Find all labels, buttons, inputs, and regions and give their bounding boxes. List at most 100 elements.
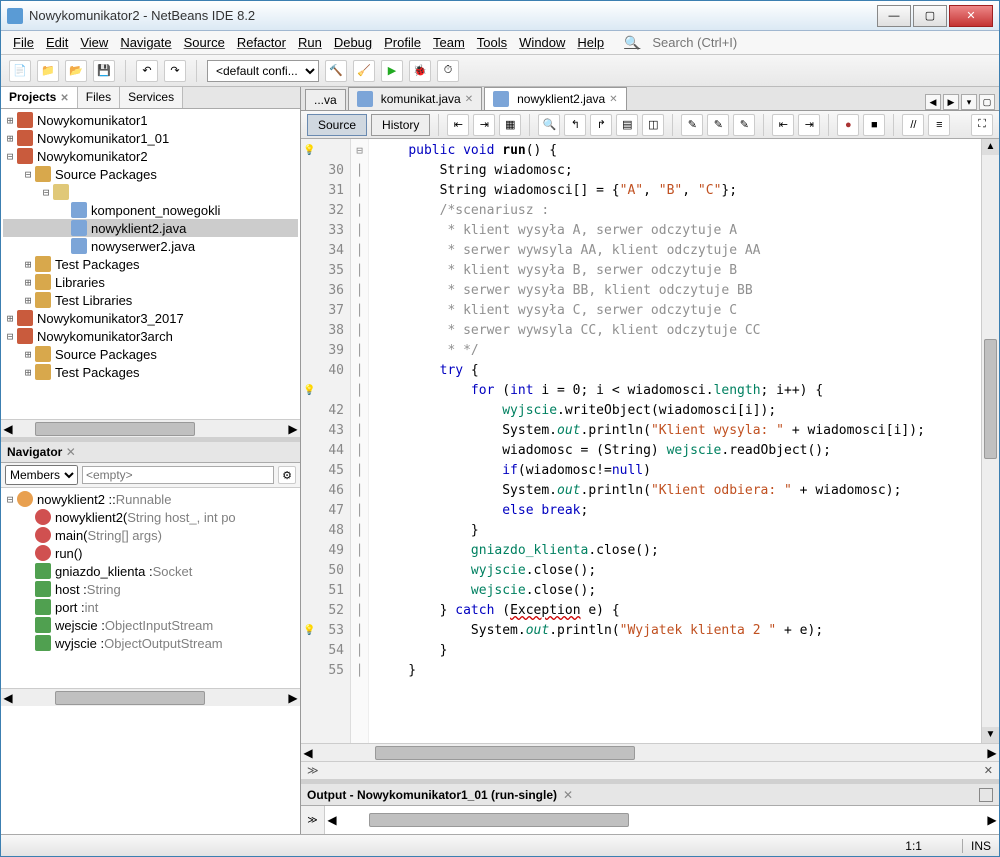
config-select[interactable]: <default confi... bbox=[207, 60, 319, 82]
menu-navigate[interactable]: Navigate bbox=[114, 33, 177, 52]
tree-item[interactable]: ⊞Nowykomunikator1 bbox=[3, 111, 298, 129]
breadcrumb-chevron-icon[interactable]: ≫ bbox=[307, 764, 319, 777]
dropdown-icon[interactable]: ▾ bbox=[961, 94, 977, 110]
scroll-up-icon[interactable]: ▲ bbox=[982, 139, 999, 155]
tree-item[interactable]: ⊟Nowykomunikator2 bbox=[3, 147, 298, 165]
editor-tab[interactable]: komunikat.java✕ bbox=[348, 87, 482, 110]
uncomment-icon[interactable]: ≡ bbox=[928, 114, 950, 136]
close-icon[interactable]: ✕ bbox=[465, 94, 473, 105]
navigator-filter[interactable] bbox=[82, 466, 274, 484]
toolbar-icon[interactable]: ✎ bbox=[681, 114, 703, 136]
members-select[interactable]: Members bbox=[5, 465, 78, 485]
tree-item[interactable]: ⊟Source Packages bbox=[3, 165, 298, 183]
editor-tab[interactable]: ...va bbox=[305, 89, 346, 110]
tree-item[interactable]: ⊞Libraries bbox=[3, 273, 298, 291]
run-button[interactable]: ▶ bbox=[381, 60, 403, 82]
tree-item[interactable]: nowyserwer2.java bbox=[3, 237, 298, 255]
navigator-item[interactable]: wejscie : ObjectInputStream bbox=[3, 616, 298, 634]
navigator-item[interactable]: gniazdo_klienta : Socket bbox=[3, 562, 298, 580]
close-icon[interactable]: ✕ bbox=[60, 93, 68, 104]
close-button[interactable]: ✕ bbox=[949, 5, 993, 27]
tree-item[interactable]: ⊞Nowykomunikator3_2017 bbox=[3, 309, 298, 327]
tree-item[interactable]: ⊟ bbox=[3, 183, 298, 201]
toolbar-icon[interactable]: ▦ bbox=[499, 114, 521, 136]
menu-source[interactable]: Source bbox=[178, 33, 231, 52]
navigator-item[interactable]: main( String[] args) bbox=[3, 526, 298, 544]
nav-hscroll[interactable]: ◀▶ bbox=[1, 688, 300, 706]
menu-view[interactable]: View bbox=[74, 33, 114, 52]
code-area[interactable]: public void run() { String wiadomosc; St… bbox=[369, 139, 981, 743]
new-file-button[interactable]: 📄 bbox=[9, 60, 31, 82]
menu-window[interactable]: Window bbox=[513, 33, 571, 52]
navigator-item[interactable]: wyjscie : ObjectOutputStream bbox=[3, 634, 298, 652]
select-icon[interactable]: ◫ bbox=[642, 114, 664, 136]
history-tab[interactable]: History bbox=[371, 114, 430, 136]
expand-icon[interactable]: ⛶ bbox=[971, 114, 993, 136]
maximize-icon[interactable] bbox=[979, 788, 993, 802]
tree-item[interactable]: ⊞Test Packages bbox=[3, 363, 298, 381]
maximize-button[interactable]: ▢ bbox=[913, 5, 947, 27]
editor-hscroll[interactable]: ◀▶ bbox=[301, 743, 999, 761]
comment-icon[interactable]: // bbox=[902, 114, 924, 136]
redo-button[interactable]: ↷ bbox=[164, 60, 186, 82]
scroll-right-icon[interactable]: ▶ bbox=[943, 94, 959, 110]
navigator-item[interactable]: ⊟nowyklient2 :: Runnable bbox=[3, 490, 298, 508]
save-all-button[interactable]: 💾 bbox=[93, 60, 115, 82]
undo-button[interactable]: ↶ bbox=[136, 60, 158, 82]
debug-button[interactable]: 🐞 bbox=[409, 60, 431, 82]
tab-services[interactable]: Services bbox=[120, 87, 183, 108]
menu-debug[interactable]: Debug bbox=[328, 33, 378, 52]
close-icon[interactable]: ✕ bbox=[563, 788, 573, 802]
menu-profile[interactable]: Profile bbox=[378, 33, 427, 52]
record-icon[interactable]: ● bbox=[837, 114, 859, 136]
open-button[interactable]: 📂 bbox=[65, 60, 87, 82]
maximize-icon[interactable]: ▢ bbox=[979, 94, 995, 110]
tree-item[interactable]: ⊞Test Packages bbox=[3, 255, 298, 273]
tree-item[interactable]: ⊞Test Libraries bbox=[3, 291, 298, 309]
menu-team[interactable]: Team bbox=[427, 33, 471, 52]
navigator-item[interactable]: nowyklient2( String host_, int po bbox=[3, 508, 298, 526]
build-button[interactable]: 🔨 bbox=[325, 60, 347, 82]
editor-vscroll[interactable]: ▲ ▼ bbox=[981, 139, 999, 743]
tree-item[interactable]: ⊞Nowykomunikator1_01 bbox=[3, 129, 298, 147]
editor-tab-active[interactable]: nowyklient2.java✕ bbox=[484, 87, 626, 110]
tree-item[interactable]: komponent_nowegokli bbox=[3, 201, 298, 219]
highlight-icon[interactable]: ▤ bbox=[616, 114, 638, 136]
toolbar-icon[interactable]: ⇥ bbox=[473, 114, 495, 136]
output-expand-icon[interactable]: ≫ bbox=[301, 806, 325, 834]
menu-edit[interactable]: Edit bbox=[40, 33, 74, 52]
menu-tools[interactable]: Tools bbox=[471, 33, 513, 52]
next-icon[interactable]: ↱ bbox=[590, 114, 612, 136]
tree-hscroll[interactable]: ◀▶ bbox=[1, 419, 300, 437]
menu-run[interactable]: Run bbox=[292, 33, 328, 52]
close-icon[interactable]: ✕ bbox=[66, 445, 76, 459]
stop-icon[interactable]: ■ bbox=[863, 114, 885, 136]
prev-icon[interactable]: ↰ bbox=[564, 114, 586, 136]
navigator-tree[interactable]: ⊟nowyklient2 :: Runnablenowyklient2( Str… bbox=[1, 488, 300, 688]
navigator-item[interactable]: run() bbox=[3, 544, 298, 562]
navigator-settings-icon[interactable]: ⚙ bbox=[278, 466, 296, 484]
tree-item[interactable]: nowyklient2.java bbox=[3, 219, 298, 237]
menu-refactor[interactable]: Refactor bbox=[231, 33, 292, 52]
tree-item[interactable]: ⊞Source Packages bbox=[3, 345, 298, 363]
scroll-left-icon[interactable]: ◀ bbox=[925, 94, 941, 110]
project-tree[interactable]: ⊞Nowykomunikator1⊞Nowykomunikator1_01⊟No… bbox=[1, 109, 300, 419]
toolbar-icon[interactable]: ✎ bbox=[733, 114, 755, 136]
find-icon[interactable]: 🔍 bbox=[538, 114, 560, 136]
menu-file[interactable]: File bbox=[7, 33, 40, 52]
shift-right-icon[interactable]: ⇥ bbox=[798, 114, 820, 136]
new-project-button[interactable]: 📁 bbox=[37, 60, 59, 82]
navigator-item[interactable]: host : String bbox=[3, 580, 298, 598]
minimize-button[interactable]: — bbox=[877, 5, 911, 27]
menu-help[interactable]: Help bbox=[571, 33, 610, 52]
fold-column[interactable]: ⊟││││││││││││││││││││││││││ bbox=[351, 139, 369, 743]
close-icon[interactable]: ✕ bbox=[609, 94, 617, 105]
output-hscroll[interactable]: ◀▶ bbox=[325, 806, 999, 834]
shift-left-icon[interactable]: ⇤ bbox=[772, 114, 794, 136]
profile-button[interactable]: ⏱ bbox=[437, 60, 459, 82]
line-gutter[interactable]: 3031323334353637383940424344454647484950… bbox=[301, 139, 351, 743]
source-tab[interactable]: Source bbox=[307, 114, 367, 136]
toolbar-icon[interactable]: ✎ bbox=[707, 114, 729, 136]
search-input[interactable] bbox=[650, 33, 993, 52]
scroll-down-icon[interactable]: ▼ bbox=[982, 727, 999, 743]
